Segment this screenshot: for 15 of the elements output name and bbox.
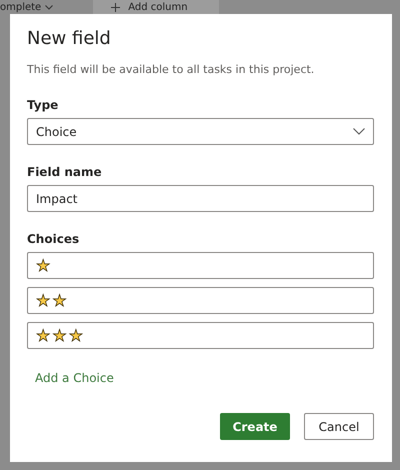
field-name-input[interactable]: Impact [27, 185, 374, 212]
add-choice-link[interactable]: Add a Choice [35, 371, 114, 385]
chevron-down-icon [353, 128, 365, 135]
field-label: Type [27, 98, 60, 112]
field-label: Choices [27, 232, 80, 246]
status-filter[interactable]: omplete [0, 2, 54, 12]
field-label: Field name [27, 165, 103, 179]
dialog-title: New field [27, 28, 112, 49]
dialog-description: This field will be available to all tasks in this project. [27, 63, 316, 76]
create-button[interactable]: Create [220, 413, 290, 440]
add-column-button[interactable]: Add column [93, 0, 220, 14]
chevron-down-icon [45, 4, 54, 10]
cancel-button[interactable]: Cancel [304, 413, 374, 440]
type-dropdown[interactable]: Choice [27, 118, 374, 145]
plus-icon [111, 2, 120, 12]
